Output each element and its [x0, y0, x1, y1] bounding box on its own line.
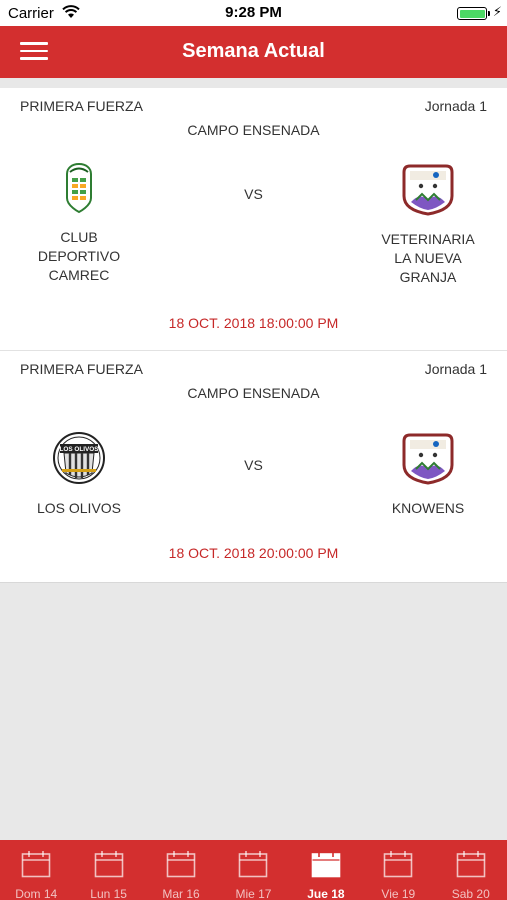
match-card[interactable]: PRIMERA FUERZA Jornada 1 CAMPO ENSENADA …	[0, 350, 507, 582]
navigation-bar: Semana Actual	[0, 26, 507, 78]
tab-mar-16[interactable]: Mar 16	[145, 840, 217, 900]
tab-sab-20[interactable]: Sab 20	[435, 840, 507, 900]
home-team: LOS OLIVOS LOS OLIVOS	[4, 431, 154, 518]
division-label: PRIMERA FUERZA	[20, 361, 143, 377]
away-team-name-line: KNOWENS	[391, 500, 465, 516]
venue-label: CAMPO ENSENADA	[187, 122, 320, 138]
club-crest-icon	[402, 164, 454, 216]
away-team: VETERINARIA LA NUEVA GRANJA	[353, 162, 503, 287]
status-bar: Carrier 9:28 PM ⚡︎	[0, 0, 507, 26]
page-title: Semana Actual	[182, 40, 325, 62]
club-crest-icon	[402, 433, 454, 485]
away-team-name-line: GRANJA	[399, 269, 457, 285]
calendar-icon	[166, 851, 196, 878]
match-datetime: 18 OCT. 2018 20:00:00 PM	[168, 545, 339, 561]
tab-jue-18[interactable]: Jue 18	[290, 840, 362, 900]
match-card[interactable]: PRIMERA FUERZA Jornada 1 CAMPO ENSENADA …	[0, 88, 507, 350]
away-team: KNOWENS	[353, 431, 503, 518]
match-list: PRIMERA FUERZA Jornada 1 CAMPO ENSENADA …	[0, 88, 507, 583]
charging-icon: ⚡︎	[492, 4, 502, 19]
tab-label: Mar 16	[162, 887, 200, 900]
battery-icon	[457, 7, 487, 20]
day-tab-bar: Dom 14 Lun 15 Mar 16 Mie 17 Jue 18 Vie 1…	[0, 840, 507, 900]
home-team-name-line: CLUB	[60, 229, 98, 245]
home-team: CLUB DEPORTIVO CAMREC	[4, 162, 154, 285]
calendar-icon	[21, 851, 51, 878]
tab-mie-17[interactable]: Mie 17	[217, 840, 289, 900]
round-label: Jornada 1	[424, 361, 487, 377]
tab-vie-19[interactable]: Vie 19	[362, 840, 434, 900]
home-team-name-line: DEPORTIVO	[37, 248, 121, 264]
round-label: Jornada 1	[424, 98, 487, 114]
calendar-icon	[239, 851, 268, 878]
away-team-name-line: LA NUEVA	[394, 250, 462, 266]
match-datetime: 18 OCT. 2018 18:00:00 PM	[168, 315, 339, 331]
clock: 9:28 PM	[225, 4, 282, 21]
calendar-icon	[94, 851, 123, 878]
away-team-name-line: VETERINARIA	[381, 231, 475, 247]
division-label: PRIMERA FUERZA	[20, 98, 143, 114]
tab-label: Sab 20	[451, 887, 490, 900]
calendar-icon	[384, 851, 413, 878]
tab-label: Mie 17	[235, 887, 272, 900]
tab-dom-14[interactable]: Dom 14	[0, 840, 72, 900]
calendar-icon	[311, 851, 341, 878]
tab-lun-15[interactable]: Lun 15	[72, 840, 144, 900]
tab-label: Lun 15	[90, 887, 127, 900]
crest-lettering: LOS OLIVOS	[59, 446, 99, 453]
calendar-icon	[456, 851, 486, 878]
tab-label: Vie 19	[381, 887, 416, 900]
venue-label: CAMPO ENSENADA	[187, 385, 320, 401]
tab-label: Jue 18	[307, 887, 345, 900]
tab-label: Dom 14	[15, 887, 58, 900]
home-team-name-line: CAMREC	[48, 267, 110, 283]
home-team-name-line: LOS OLIVOS	[36, 500, 122, 516]
